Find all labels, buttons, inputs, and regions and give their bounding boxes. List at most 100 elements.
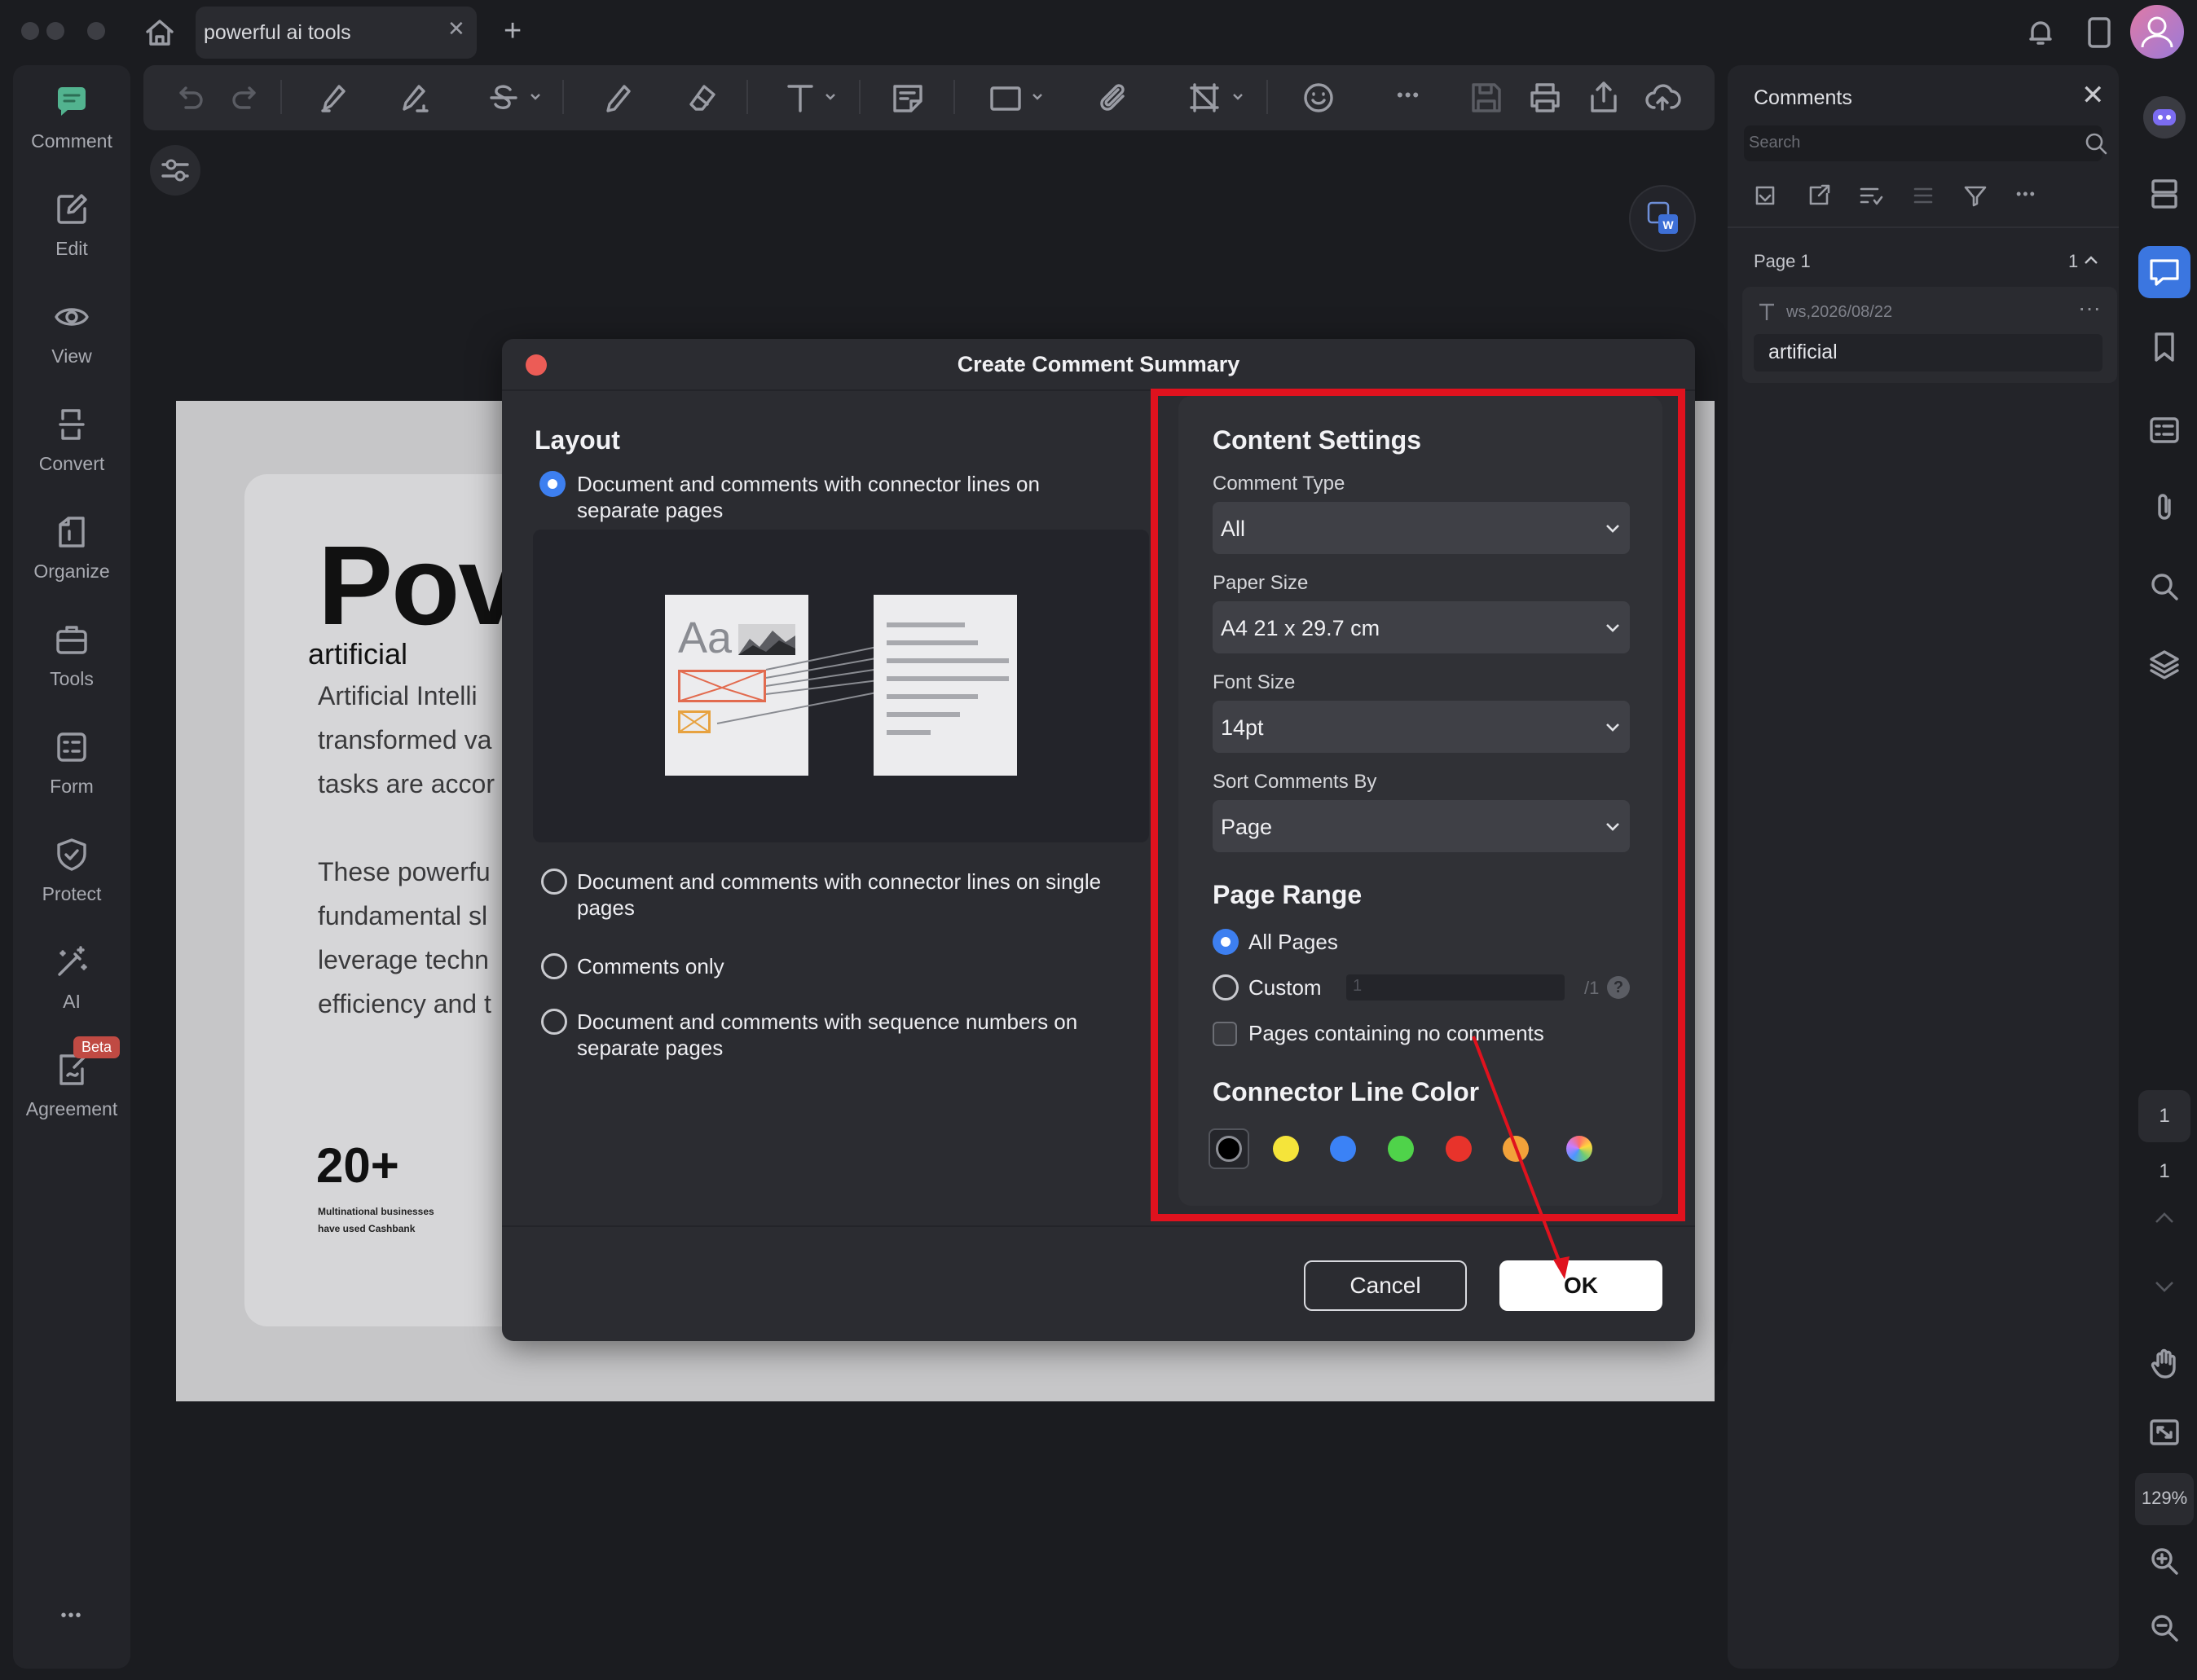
device-icon[interactable] [2083, 15, 2116, 51]
window-close-button[interactable] [21, 22, 39, 40]
comment-text[interactable]: artificial [1754, 334, 2102, 372]
sidebar-label: AI [63, 991, 81, 1012]
stat-caption: Multinational businesses [318, 1206, 434, 1217]
chevron-down-icon[interactable] [530, 93, 541, 101]
comment-meta: ws,2026/08/22 [1786, 303, 1893, 321]
layout-option-label[interactable]: Comments only [577, 953, 724, 979]
sidebar-item-view[interactable]: View [13, 298, 130, 367]
paragraph-line: These powerfu [318, 857, 491, 886]
sidebar-item-ai[interactable]: AI [13, 943, 130, 1013]
sort-icon[interactable] [1856, 181, 1886, 210]
layout-option-label[interactable]: Document and comments with connector lin… [577, 471, 1040, 497]
layout-radio-connector-separate[interactable] [539, 471, 566, 497]
new-tab-button[interactable]: + [504, 15, 522, 46]
hand-tool-icon[interactable] [2146, 1346, 2182, 1382]
more-options-icon[interactable]: ••• [2016, 186, 2036, 203]
layout-option-label[interactable]: separate pages [577, 497, 723, 523]
chevron-down-icon[interactable] [1232, 93, 1244, 101]
chevron-up-icon[interactable] [2153, 1211, 2176, 1225]
export-icon[interactable] [1804, 181, 1834, 210]
translate-icon: W [1647, 201, 1678, 234]
chevron-down-icon[interactable] [2153, 1279, 2176, 1294]
layout-option-label[interactable]: separate pages [577, 1035, 723, 1061]
zoom-out-icon[interactable] [2146, 1610, 2182, 1646]
sidebar-label: Agreement [25, 1098, 118, 1119]
fields-icon[interactable] [2146, 412, 2182, 448]
strikethrough-icon[interactable] [484, 78, 523, 117]
sidebar-item-organize[interactable]: Organize [13, 513, 130, 583]
import-icon[interactable] [1750, 181, 1780, 210]
zoom-in-icon[interactable] [2146, 1543, 2182, 1579]
sidebar-label: View [51, 345, 92, 367]
share-icon[interactable] [1584, 78, 1623, 117]
search-icon[interactable] [2083, 130, 2109, 156]
stat-number: 20+ [316, 1138, 399, 1193]
toolbar-divider [746, 80, 748, 114]
fit-page-icon[interactable] [2146, 1414, 2182, 1450]
bookmark-icon[interactable] [2146, 329, 2182, 365]
save-icon[interactable] [1467, 78, 1506, 117]
close-icon[interactable]: ✕ [2081, 81, 2105, 109]
more-options-icon[interactable]: ••• [13, 1607, 130, 1625]
cancel-button[interactable]: Cancel [1304, 1260, 1467, 1311]
undo-icon[interactable] [170, 78, 209, 117]
notification-bell-icon[interactable] [2023, 15, 2058, 51]
collapse-icon[interactable] [1910, 181, 1939, 210]
area-highlight-icon[interactable] [394, 78, 434, 117]
measure-icon[interactable] [1185, 78, 1224, 117]
page-layout-icon[interactable] [2146, 176, 2182, 212]
redo-icon[interactable] [227, 78, 266, 117]
eraser-icon[interactable] [683, 78, 722, 117]
print-icon[interactable] [1526, 78, 1565, 117]
sidebar-item-convert[interactable]: Convert [13, 406, 130, 475]
svg-text:W: W [1662, 218, 1674, 231]
sidebar-item-form[interactable]: Form [13, 728, 130, 798]
total-pages: 1 [2159, 1160, 2170, 1182]
toolbar-divider [859, 80, 861, 114]
sidebar-item-protect[interactable]: Protect [13, 836, 130, 905]
layout-radio-sequence-numbers[interactable] [541, 1009, 567, 1035]
sidebar-item-tools[interactable]: Tools [13, 621, 130, 690]
chevron-down-icon[interactable] [825, 93, 836, 101]
sidebar-item-edit[interactable]: Edit [13, 191, 130, 260]
comments-panel-toggle[interactable] [2138, 246, 2190, 298]
layout-radio-comments-only[interactable] [541, 953, 567, 979]
home-icon[interactable] [142, 15, 178, 51]
window-minimize-button[interactable] [46, 22, 64, 40]
ai-assistant-icon[interactable] [2143, 96, 2186, 139]
window-zoom-button[interactable] [87, 22, 105, 40]
cloud-upload-icon[interactable] [1643, 78, 1682, 117]
toolbox-icon [53, 621, 90, 658]
document-comment-text[interactable]: artificial [308, 637, 407, 671]
layout-radio-connector-single[interactable] [541, 869, 567, 895]
layout-option-label[interactable]: Document and comments with connector lin… [577, 869, 1101, 895]
sticky-note-icon[interactable] [888, 78, 927, 117]
shape-rectangle-icon[interactable] [986, 78, 1025, 117]
attachment-icon[interactable] [1095, 78, 1134, 117]
sidebar-item-agreement[interactable]: Agreement [13, 1051, 130, 1120]
highlight-icon[interactable] [313, 78, 352, 117]
document-tab-title: powerful ai tools [204, 21, 351, 44]
layers-icon[interactable] [2146, 647, 2182, 683]
tab-close-icon[interactable]: ✕ [447, 18, 465, 39]
preview-comments-page [874, 595, 1017, 776]
avatar[interactable] [2130, 5, 2184, 59]
text-tool-icon[interactable] [781, 78, 820, 117]
comment-menu-icon[interactable]: ··· [2078, 295, 2101, 321]
translate-button[interactable]: W [1629, 185, 1696, 252]
stamp-smiley-icon[interactable] [1299, 78, 1338, 117]
filter-icon[interactable] [1961, 181, 1990, 210]
search-icon[interactable] [2146, 569, 2182, 605]
comment-bubble-icon [2150, 259, 2179, 286]
attachment-icon[interactable] [2146, 489, 2182, 525]
comment-group-page[interactable]: Page 1 [1754, 251, 1811, 272]
sidebar-item-comment[interactable]: Comment [13, 83, 130, 152]
chevron-up-icon[interactable] [2083, 254, 2099, 266]
more-tools-icon[interactable]: ••• [1397, 85, 1420, 106]
view-settings-button[interactable] [150, 145, 200, 196]
layout-option-label[interactable]: pages [577, 895, 635, 921]
pencil-icon[interactable] [598, 78, 637, 117]
chevron-down-icon[interactable] [1032, 93, 1043, 101]
layout-option-label[interactable]: Document and comments with sequence numb… [577, 1009, 1077, 1035]
sidebar-label: Edit [55, 238, 88, 259]
